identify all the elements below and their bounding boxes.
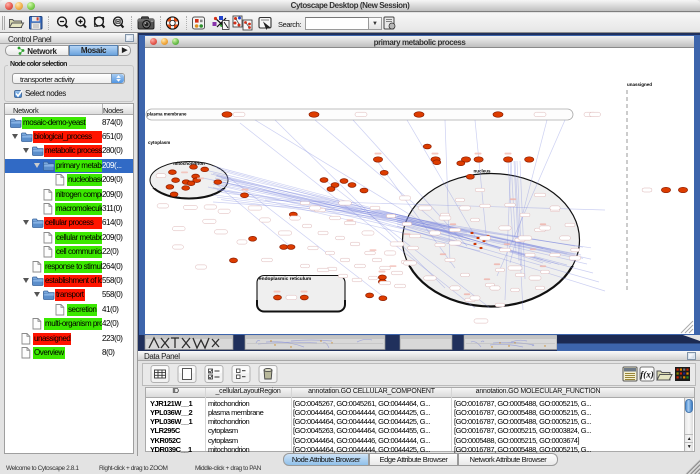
svg-text:cytoplasm: cytoplasm [148,140,170,145]
svg-text:unassigned: unassigned [627,82,652,87]
svg-text:mitochondrion: mitochondrion [173,161,205,166]
svg-text:plasma membrane: plasma membrane [147,112,187,117]
svg-text:nucleus: nucleus [473,169,491,174]
svg-text:f(x): f(x) [640,370,654,380]
svg-text:endoplasmic reticulum: endoplasmic reticulum [259,276,311,282]
